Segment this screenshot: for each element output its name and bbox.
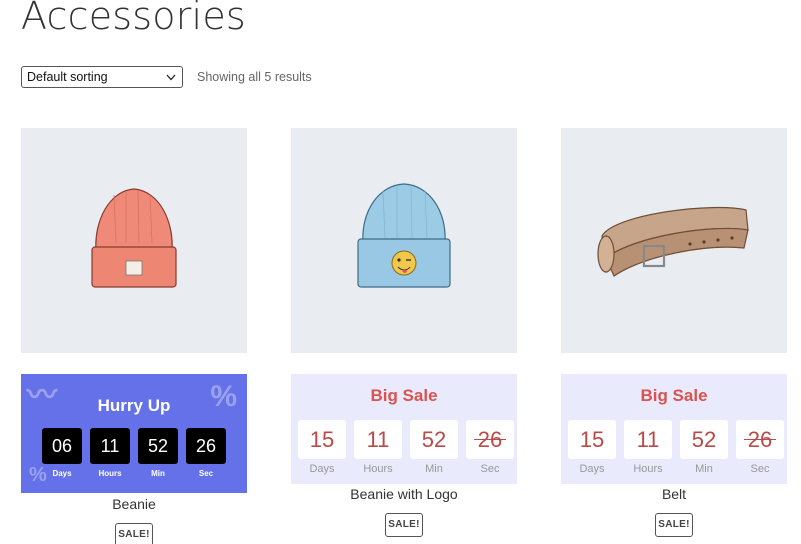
countdown-timer: 〰 % % Hurry Up 06 11 52 26 Days Hours Mi… <box>21 374 247 493</box>
shop-toolbar: Default sorting Showing all 5 results <box>21 66 312 88</box>
countdown-days: 15 <box>298 420 346 459</box>
countdown-days-label: Days <box>52 469 72 478</box>
countdown-hours-label: Hours <box>98 469 122 478</box>
countdown-min: 52 <box>138 428 178 464</box>
product-image-link[interactable] <box>291 128 517 353</box>
product-card: 〰 % % Hurry Up 06 11 52 26 Days Hours Mi… <box>21 128 247 544</box>
countdown-sec-label: Sec <box>480 463 500 475</box>
countdown-days: 15 <box>568 420 616 459</box>
countdown-title: Hurry Up <box>97 396 171 415</box>
countdown-timer: Big Sale 15 11 52 26 Days Hours Min Sec <box>291 374 517 484</box>
countdown-sec: 26 <box>466 420 514 459</box>
countdown-min-label: Min <box>425 463 443 475</box>
product-card: Big Sale 15 11 52 26 Days Hours Min Sec … <box>561 128 787 537</box>
countdown-hours-label: Hours <box>633 463 663 475</box>
beanie-orange-image <box>91 187 177 288</box>
countdown-hours: 11 <box>624 420 672 459</box>
sale-badge: SALE! <box>655 513 693 537</box>
countdown-title: Big Sale <box>370 386 438 405</box>
product-name-link[interactable]: Beanie with Logo <box>291 486 517 506</box>
sorting-select[interactable]: Default sorting <box>21 66 183 88</box>
countdown-sec: 26 <box>736 420 784 459</box>
countdown-days-label: Days <box>309 463 335 475</box>
countdown-days-label: Days <box>579 463 605 475</box>
countdown-hours: 11 <box>354 420 402 459</box>
beanie-blue-logo-image <box>357 182 451 288</box>
sale-badge: SALE! <box>385 513 423 537</box>
countdown-min-label: Min <box>151 469 165 478</box>
countdown-min-label: Min <box>695 463 713 475</box>
product-name-link[interactable]: Belt <box>561 486 787 506</box>
countdown-timer: Big Sale 15 11 52 26 Days Hours Min Sec <box>561 374 787 484</box>
product-card: Big Sale 15 11 52 26 Days Hours Min Sec … <box>291 128 517 537</box>
page-title: Accessories <box>21 0 246 38</box>
product-image-link[interactable] <box>561 128 787 353</box>
countdown-sec: 26 <box>186 428 226 464</box>
product-name-link[interactable]: Beanie <box>21 496 247 516</box>
countdown-days: 06 <box>42 428 82 464</box>
countdown-hours-label: Hours <box>363 463 393 475</box>
results-count: Showing all 5 results <box>197 70 312 84</box>
countdown-min: 52 <box>410 420 458 459</box>
chevron-down-icon <box>166 74 176 80</box>
countdown-title: Big Sale <box>640 386 708 405</box>
belt-image <box>597 206 749 277</box>
countdown-sec-label: Sec <box>750 463 770 475</box>
sale-badge: SALE! <box>115 523 153 544</box>
sorting-selected-value: Default sorting <box>27 70 108 84</box>
countdown-min: 52 <box>680 420 728 459</box>
product-image-link[interactable] <box>21 128 247 353</box>
countdown-sec-label: Sec <box>198 469 214 478</box>
countdown-hours: 11 <box>90 428 130 464</box>
